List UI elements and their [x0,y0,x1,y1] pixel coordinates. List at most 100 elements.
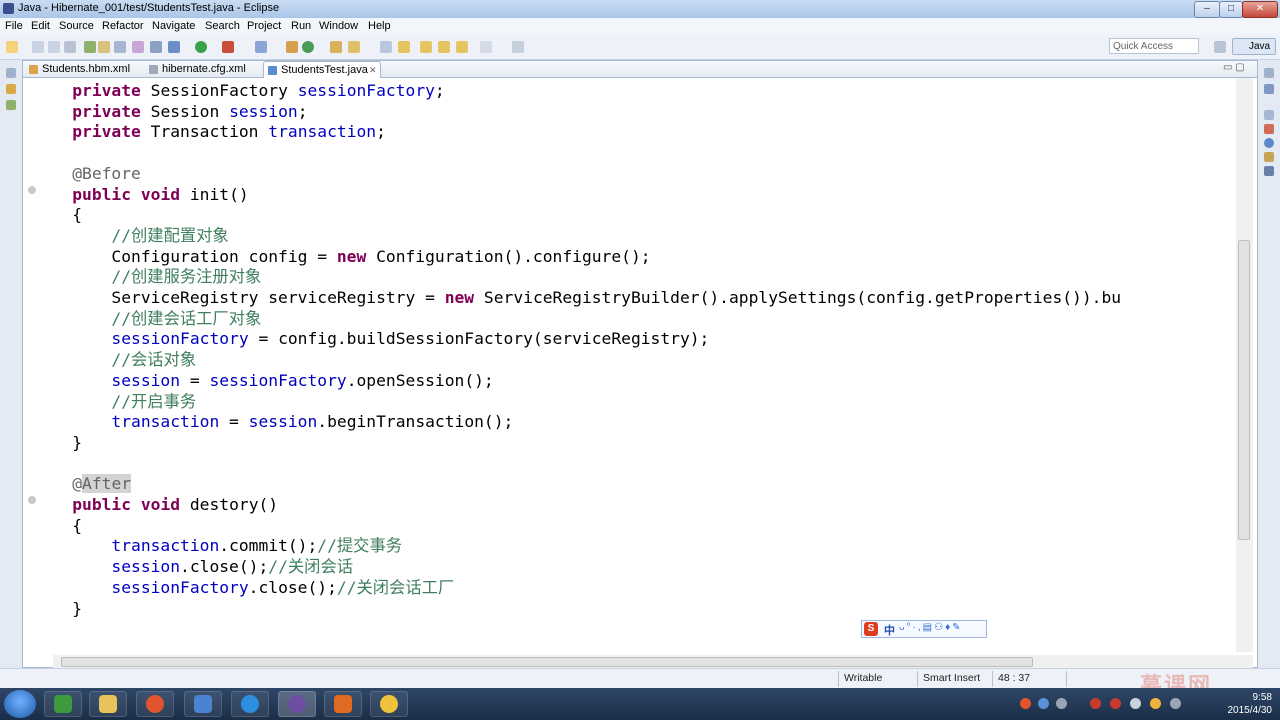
java-perspective-button[interactable]: Java [1232,38,1276,55]
horizontal-scrollbar[interactable] [53,655,1253,669]
next-annotation-icon[interactable] [380,41,392,53]
code-line[interactable]: //会话对象 [33,349,196,370]
menu-search[interactable]: Search [205,20,240,32]
progress-icon[interactable] [1264,166,1274,176]
code-line[interactable]: //创建配置对象 [33,225,228,246]
hierarchy-icon[interactable] [6,100,16,110]
menu-project[interactable]: Project [247,20,281,32]
link-icon[interactable] [512,41,524,53]
menu-help[interactable]: Help [368,20,391,32]
taskbar-clock[interactable]: 9:58 2015/4/30 [1228,691,1273,717]
taskbar-messenger-icon[interactable] [231,691,269,717]
code-line[interactable]: session.close();//关闭会话 [33,556,353,577]
new-icon[interactable] [6,41,18,53]
tab-studentstest-java[interactable]: StudentsTest.java ✕ [263,61,381,78]
last-edit-icon[interactable] [420,41,432,53]
tab-students-hbm-xml[interactable]: Students.hbm.xml [25,61,143,77]
save-icon[interactable] [32,41,44,53]
show-whitespace-icon[interactable] [114,41,126,53]
tray-record-icon[interactable] [1090,698,1101,709]
quick-access-input[interactable]: Quick Access [1109,38,1199,54]
taskbar-eclipse-icon[interactable] [278,691,316,717]
code-line[interactable]: { [33,515,82,536]
print-icon[interactable] [64,41,76,53]
code-line[interactable]: } [33,598,82,619]
restore-right-icon[interactable] [1264,68,1274,78]
outline-icon[interactable] [1264,84,1274,94]
menu-file[interactable]: File [5,20,23,32]
menu-navigate[interactable]: Navigate [152,20,195,32]
vertical-scrollbar[interactable] [1236,78,1253,652]
javadoc-icon[interactable] [1264,124,1274,134]
taskbar-powerpoint-icon[interactable] [324,691,362,717]
tray-help-icon[interactable] [1038,698,1049,709]
code-line[interactable]: session = sessionFactory.openSession(); [33,370,493,391]
code-line[interactable]: sessionFactory.close();//关闭会话工厂 [33,577,454,598]
forward-icon[interactable] [456,41,468,53]
skip-breakpoints-icon[interactable] [150,41,162,53]
code-area[interactable]: private SessionFactory sessionFactory; p… [33,80,1233,650]
tray-volume-icon[interactable] [1130,698,1141,709]
code-line[interactable]: transaction.commit();//提交事务 [33,535,402,556]
close-button[interactable]: ✕ [1242,1,1278,18]
menu-edit[interactable]: Edit [31,20,50,32]
code-line[interactable]: transaction = session.beginTransaction()… [33,411,513,432]
taskbar-qq-icon[interactable] [370,691,408,717]
horizontal-scroll-thumb[interactable] [61,657,1033,667]
maximize-button[interactable]: □ [1219,1,1243,18]
taskbar-explorer-icon[interactable] [89,691,127,717]
package-explorer-icon[interactable] [6,84,16,94]
start-button[interactable] [4,690,36,718]
code-line[interactable]: private Transaction transaction; [33,121,386,142]
code-line[interactable]: //开启事务 [33,391,196,412]
format-icon[interactable] [132,41,144,53]
code-line[interactable]: private Session session; [33,101,307,122]
open-type-icon[interactable] [330,41,342,53]
toggle-mark-icon[interactable] [84,41,96,53]
declaration-icon[interactable] [1264,138,1274,148]
open-perspective-icon[interactable] [1214,41,1226,53]
restore-icon[interactable] [6,68,16,78]
tray-security-icon[interactable] [1110,698,1121,709]
code-line[interactable]: private SessionFactory sessionFactory; [33,80,445,101]
back-icon[interactable] [438,41,450,53]
code-line[interactable]: //创建会话工厂对象 [33,308,261,329]
ime-toolbar[interactable]: S 中 ᴗ°·,▤⚇♦✎ [861,620,987,638]
save-all-icon[interactable] [48,41,60,53]
close-tab-icon[interactable]: ✕ [369,62,377,78]
code-line[interactable]: { [33,204,82,225]
tray-keyboard-icon[interactable] [1056,698,1067,709]
taskbar-app-icon[interactable] [184,691,222,717]
taskbar-360-icon[interactable] [44,691,82,717]
new-class-icon[interactable] [302,41,314,53]
menu-window[interactable]: Window [319,20,358,32]
code-line[interactable]: Configuration config = new Configuration… [33,246,650,267]
prev-annotation-icon[interactable] [398,41,410,53]
vertical-scroll-thumb[interactable] [1238,240,1250,540]
menu-run[interactable]: Run [291,20,311,32]
tab-hibernate-cfg-xml[interactable]: hibernate.cfg.xml [145,61,261,77]
tray-sogou-icon[interactable] [1020,698,1031,709]
new-java-project-icon[interactable] [255,41,267,53]
ime-language-toggle[interactable]: 中 [884,622,895,638]
code-line[interactable]: ServiceRegistry serviceRegistry = new Se… [33,287,1121,308]
code-line[interactable]: } [33,432,82,453]
code-line[interactable]: @Before [33,163,141,184]
tray-qq-icon[interactable] [1150,698,1161,709]
editor-minmax-icon[interactable]: ▭ ▢ [1223,62,1245,73]
search-icon[interactable] [348,41,360,53]
code-line[interactable]: @After [33,473,132,494]
code-line[interactable]: //创建服务注册对象 [33,266,261,287]
menu-refactor[interactable]: Refactor [102,20,144,32]
ime-tool-icons[interactable]: ᴗ°·,▤⚇♦✎ [899,622,963,633]
run-icon[interactable] [195,41,207,53]
external-tools-icon[interactable] [222,41,234,53]
pin-editor-icon[interactable] [480,41,492,53]
code-line[interactable]: sessionFactory = config.buildSessionFact… [33,328,709,349]
new-package-icon[interactable] [286,41,298,53]
minimize-button[interactable]: – [1194,1,1220,18]
console-icon[interactable] [1264,152,1274,162]
code-line[interactable]: public void destory() [33,494,278,515]
toggle-block-icon[interactable] [98,41,110,53]
problems-icon[interactable] [1264,110,1274,120]
